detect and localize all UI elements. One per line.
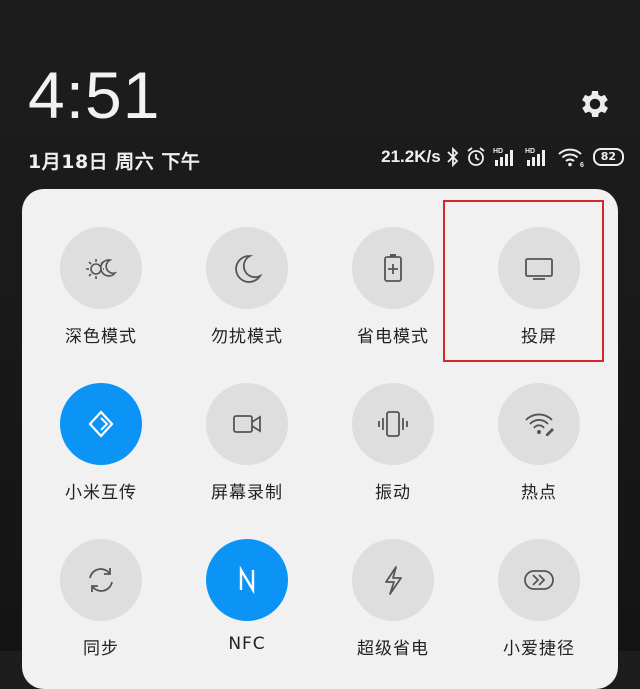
battery-saver-icon: [384, 254, 402, 282]
tile-label: 小爱捷径: [503, 639, 575, 659]
bluetooth-icon: [447, 147, 458, 167]
settings-gear-icon[interactable]: [577, 86, 613, 122]
tile-label: 超级省电: [357, 639, 429, 659]
status-bar: 21.2K/s HD HD 6 82: [381, 145, 624, 169]
xiaoai-shortcut-icon: [524, 570, 554, 590]
tile-hotspot[interactable]: 热点: [466, 383, 612, 503]
highlight-box: [443, 200, 604, 362]
tile-label: NFC: [228, 634, 266, 654]
xiaoai-shortcut-button[interactable]: [498, 539, 580, 621]
tile-label: 振动: [375, 483, 411, 503]
tile-label: 屏幕录制: [211, 483, 283, 503]
tile-screen-record[interactable]: 屏幕录制: [174, 383, 320, 503]
super-saver-button[interactable]: [352, 539, 434, 621]
svg-text:HD: HD: [493, 148, 503, 155]
tile-super-saver[interactable]: 超级省电: [320, 539, 466, 659]
tile-label: 小米互传: [65, 483, 137, 503]
svg-text:HD: HD: [525, 148, 535, 155]
tile-label: 热点: [521, 483, 557, 503]
tile-dark-mode[interactable]: 深色模式: [28, 227, 174, 347]
moon-icon: [235, 255, 263, 283]
hotspot-button[interactable]: [498, 383, 580, 465]
tile-xiaoai-shortcut[interactable]: 小爱捷径: [466, 539, 612, 659]
tile-nfc[interactable]: NFC: [174, 539, 320, 654]
dark-mode-icon: [86, 259, 118, 279]
sync-button[interactable]: [60, 539, 142, 621]
tile-do-not-disturb[interactable]: 勿扰模式: [174, 227, 320, 347]
vibrate-icon: [378, 411, 408, 437]
wifi-6-icon: 6: [558, 148, 584, 168]
mi-share-button[interactable]: [60, 383, 142, 465]
network-speed: 21.2K/s: [381, 147, 441, 166]
tile-label: 深色模式: [65, 327, 137, 347]
screen-record-button[interactable]: [206, 383, 288, 465]
svg-text:6: 6: [580, 162, 584, 168]
tile-vibrate[interactable]: 振动: [320, 383, 466, 503]
clock: 4:51: [28, 58, 161, 132]
hd-signal-icon: HD: [525, 148, 545, 166]
tile-mi-share[interactable]: 小米互传: [28, 383, 174, 503]
lightning-icon: [385, 566, 402, 595]
mi-share-icon: [88, 410, 114, 438]
sync-icon: [89, 568, 113, 592]
tile-label: 勿扰模式: [211, 327, 283, 347]
tile-label: 同步: [83, 639, 119, 659]
dnd-button[interactable]: [206, 227, 288, 309]
hd-signal-icon: HD: [493, 148, 513, 166]
hotspot-icon: [525, 413, 554, 436]
battery-saver-button[interactable]: [352, 227, 434, 309]
nfc-icon: [239, 565, 255, 595]
tile-sync[interactable]: 同步: [28, 539, 174, 659]
screen-record-icon: [233, 415, 261, 433]
dark-mode-button[interactable]: [60, 227, 142, 309]
date-label: 1月18日 周六 下午: [28, 151, 201, 173]
battery-indicator: 82: [592, 148, 624, 166]
nfc-button[interactable]: [206, 539, 288, 621]
vibrate-button[interactable]: [352, 383, 434, 465]
alarm-icon: [467, 147, 485, 166]
